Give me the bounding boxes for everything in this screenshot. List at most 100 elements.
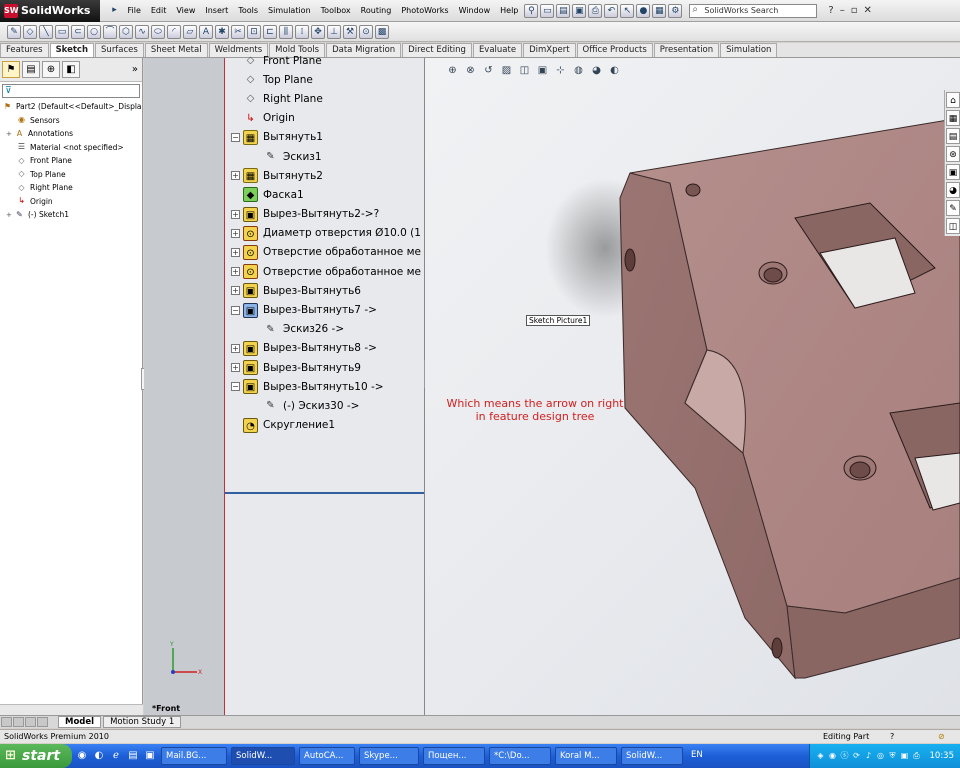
next-tab-arrow-icon[interactable] <box>25 717 36 727</box>
tree-item[interactable]: ◇ Front Plane <box>0 154 142 168</box>
tab-surfaces[interactable]: Surfaces <box>95 43 144 57</box>
polygon-icon[interactable]: ⬡ <box>119 24 133 39</box>
feature-tree-item[interactable]: ✎ (-) Эскиз30 -> <box>225 396 424 415</box>
close-icon[interactable]: ✕ <box>860 5 874 16</box>
tab-office-products[interactable]: Office Products <box>576 43 653 57</box>
tray-printer-icon[interactable]: ⎙ <box>912 751 922 761</box>
browser-quicklaunch-icon[interactable]: ◐ <box>92 749 106 763</box>
feature-tree-item[interactable]: ◇ Front Plane <box>225 51 424 70</box>
menu-help[interactable]: Help <box>495 6 523 15</box>
pdf-quicklaunch-icon[interactable]: ▤ <box>126 749 140 763</box>
sketch-icon[interactable]: ✎ <box>7 24 21 39</box>
fillet-sketch-icon[interactable]: ◜ <box>167 24 181 39</box>
expand-icon[interactable]: + <box>231 363 240 373</box>
feature-tree-item[interactable]: + ▣ Вырез-Вытянуть8 -> <box>225 339 424 358</box>
collapse-icon[interactable]: − <box>231 132 240 142</box>
tab-sheet-metal[interactable]: Sheet Metal <box>144 43 208 57</box>
menu-insert[interactable]: Insert <box>200 6 233 15</box>
menu-file[interactable]: File <box>122 6 145 15</box>
save-icon[interactable]: ▣ <box>572 3 587 18</box>
taskbar-autocad[interactable]: AutoCA... <box>299 747 355 765</box>
tree-item[interactable]: ◇ Right Plane <box>0 181 142 195</box>
feature-tree-item[interactable]: ◆ Фаска1 <box>225 185 424 204</box>
tab-sketch[interactable]: Sketch <box>49 43 95 57</box>
feature-tree-item[interactable]: − ▦ Вытянуть1 <box>225 128 424 147</box>
tree-item[interactable]: ◇ Top Plane <box>0 168 142 182</box>
custom-properties-icon[interactable]: ✎ <box>946 200 960 216</box>
circle-icon[interactable]: ○ <box>87 24 101 39</box>
solidworks-logo[interactable]: SW SolidWorks <box>0 0 101 22</box>
horizontal-scrollbar[interactable] <box>0 704 143 715</box>
feature-tree-item[interactable]: + ⊙ Отверстие обработанное ме <box>225 243 424 262</box>
feature-tree-item[interactable]: + ⊙ Отверстие обработанное ме <box>225 262 424 281</box>
taskbar-skype[interactable]: Skype... <box>359 747 419 765</box>
text-icon[interactable]: A <box>199 24 213 39</box>
help-button[interactable]: ? <box>825 5 836 16</box>
undo-icon[interactable]: ↶ <box>604 3 619 18</box>
ellipse-icon[interactable]: ⬭ <box>151 24 165 39</box>
select-icon[interactable]: ↖ <box>620 3 635 18</box>
solidworks-search-input[interactable]: SolidWorks Search <box>689 3 818 18</box>
arc-icon[interactable]: ⌒ <box>103 24 117 39</box>
tray-network-icon[interactable]: ◈ <box>816 751 826 761</box>
tree-item[interactable]: + A Annotations <box>0 127 142 141</box>
move-entities-icon[interactable]: ✥ <box>311 24 325 39</box>
linear-pattern-icon[interactable]: ⁞ <box>295 24 309 39</box>
tray-antivirus-icon[interactable]: ◉ <box>828 751 838 761</box>
search-tab-icon[interactable]: ⊛ <box>946 146 960 162</box>
open-icon[interactable]: ▤ <box>556 3 571 18</box>
feature-tree-item[interactable]: ◇ Right Plane <box>225 89 424 108</box>
taskbar-solidworks-2[interactable]: SolidW... <box>621 747 683 765</box>
convert-entities-icon[interactable]: ⊡ <box>247 24 261 39</box>
taskbar-solidworks-1[interactable]: SolidW... <box>231 747 295 765</box>
status-help-icon[interactable]: ? <box>890 730 894 743</box>
graphics-viewport[interactable]: ⊕ ⊗ ↺ ▨ ◫ ▣ ⊹ ◍ ◕ ◐ – ▫ ✕ <box>425 58 960 715</box>
slot-icon[interactable]: ⊂ <box>71 24 85 39</box>
feature-tree-item[interactable]: − ▣ Вырез-Вытянуть10 -> <box>225 377 424 396</box>
collapse-icon[interactable]: − <box>231 305 240 315</box>
point-icon[interactable]: ✱ <box>215 24 229 39</box>
expand-icon[interactable]: + <box>231 209 240 219</box>
repair-sketch-icon[interactable]: ⚒ <box>343 24 357 39</box>
tray-skype-icon[interactable]: ⓢ <box>840 751 850 761</box>
tree-filter-input[interactable]: ⊽ <box>2 84 140 98</box>
tab-evaluate[interactable]: Evaluate <box>472 43 523 57</box>
part-model[interactable] <box>425 58 960 715</box>
new-document-icon[interactable]: ▭ <box>540 3 555 18</box>
language-indicator[interactable]: EN <box>687 747 713 765</box>
menu-simulation[interactable]: Simulation <box>263 6 316 15</box>
taskbar-mail-bg[interactable]: Пощен... <box>423 747 485 765</box>
document-recovery-icon[interactable]: ◫ <box>946 218 960 234</box>
last-tab-arrow-icon[interactable] <box>37 717 48 727</box>
tree-item[interactable]: + ✎ (-) Sketch1 <box>0 208 142 222</box>
view-palette-icon[interactable]: ▣ <box>946 164 960 180</box>
file-properties-icon[interactable]: ▦ <box>652 3 667 18</box>
configuration-manager-tab-icon[interactable]: ⊕ <box>42 61 60 78</box>
tray-display-icon[interactable]: ▣ <box>900 751 910 761</box>
offset-icon[interactable]: ⊏ <box>263 24 277 39</box>
ie-quicklaunch-icon[interactable]: ℯ <box>109 749 123 763</box>
collapse-icon[interactable]: − <box>231 382 240 392</box>
menu-routing[interactable]: Routing <box>356 6 397 15</box>
spline-icon[interactable]: ∿ <box>135 24 149 39</box>
quick-snaps-icon[interactable]: ⊙ <box>359 24 373 39</box>
tab-features[interactable]: Features <box>0 43 49 57</box>
tray-update-icon[interactable]: ⟳ <box>852 751 862 761</box>
menu-view[interactable]: View <box>171 6 200 15</box>
rebuild-icon[interactable]: ● <box>636 3 651 18</box>
feature-tree-item[interactable]: + ⊙ Диаметр отверстия Ø10.0 (1 <box>225 224 424 243</box>
rollback-bar[interactable] <box>225 492 424 494</box>
explorer-quicklaunch-icon[interactable]: ▣ <box>143 749 157 763</box>
minimize-icon[interactable]: – <box>837 5 848 16</box>
rectangle-icon[interactable]: ▭ <box>55 24 69 39</box>
tray-volume-icon[interactable]: ♪ <box>864 751 874 761</box>
tab-dimxpert[interactable]: DimXpert <box>523 43 576 57</box>
display-manager-tab-icon[interactable]: ◧ <box>62 61 80 78</box>
tab-presentation[interactable]: Presentation <box>653 43 720 57</box>
options-icon[interactable]: ⚙ <box>668 3 683 18</box>
tab-simulation[interactable]: Simulation <box>720 43 778 57</box>
expand-icon[interactable]: + <box>231 247 240 257</box>
appearances-icon[interactable]: ◕ <box>946 182 960 198</box>
first-tab-arrow-icon[interactable] <box>1 717 12 727</box>
feature-tree-item[interactable]: + ▣ Вырез-Вытянуть9 <box>225 358 424 377</box>
